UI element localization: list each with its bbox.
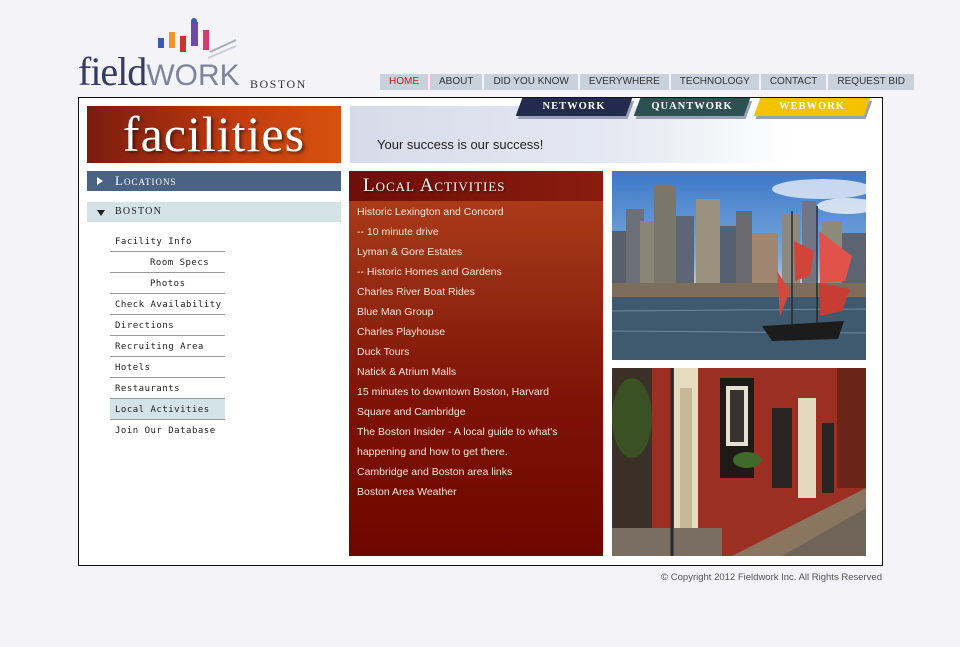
subnav-hotels[interactable]: Hotels [110,357,225,378]
activity-item[interactable]: The Boston Insider - A local guide to wh… [357,422,597,442]
activity-item[interactable]: Blue Man Group [357,302,597,322]
subnav-restaurants[interactable]: Restaurants [110,378,225,399]
subnav-check-availability[interactable]: Check Availability [110,294,225,315]
activity-item[interactable]: Cambridge and Boston area links [357,462,597,482]
main-frame: facilities Your success is our success! … [78,97,883,566]
logo-text-work: WORK [146,59,240,92]
subnav-photos[interactable]: Photos [110,273,225,294]
triangle-down-icon [97,210,105,216]
boston-skyline-photo [612,171,866,360]
nav-contact[interactable]: CONTACT [760,74,827,90]
subnav-facility-info[interactable]: Facility Info [110,231,225,252]
local-activities-title: Local Activities [349,171,603,201]
skyline-illustration [612,179,866,360]
activity-item[interactable]: Duck Tours [357,342,597,362]
locations-label: Locations [115,173,177,188]
triangle-right-icon [97,177,103,185]
activity-item[interactable]: Charles River Boat Rides [357,282,597,302]
subnav-recruiting-area[interactable]: Recruiting Area [110,336,225,357]
facilities-banner: facilities [87,106,341,163]
tab-quantwork[interactable]: QUANTWORK [633,98,751,116]
fieldwork-logo[interactable]: fieldWORK BOSTON [78,18,318,92]
activity-item: -- Historic Homes and Gardens [357,266,502,278]
nav-everywhere[interactable]: EVERYWHERE [579,74,669,90]
activity-item: -- 10 minute drive [357,226,439,238]
tab-network[interactable]: NETWORK [515,98,633,116]
subnav-room-specs[interactable]: Room Specs [110,252,225,273]
subnav-join-our-database[interactable]: Join Our Database [110,420,225,440]
copyright-text: © Copyright 2012 Fieldwork Inc. All Righ… [661,572,882,583]
tab-webwork[interactable]: WEBWORK [753,98,871,116]
logo-city: BOSTON [250,77,307,91]
boston-subnav: Facility Info Room Specs Photos Check Av… [110,231,225,440]
logo-wordmark: fieldWORK [78,52,240,96]
boston-label: BOSTON [115,206,163,217]
activity-item[interactable]: Charles Playhouse [357,322,597,342]
brick-street-photo [612,368,866,556]
activity-item[interactable]: Historic Lexington and Concord [357,202,597,222]
nav-technology[interactable]: TECHNOLOGY [670,74,759,90]
activity-item[interactable]: Natick & Atrium Malls [357,362,597,382]
activity-item[interactable]: Lyman & Gore Estates [357,242,597,262]
nav-home[interactable]: HOME [380,74,428,90]
tab-quantwork-label: QUANTWORK [651,101,733,112]
logo-text-field: field [78,49,147,94]
locations-bar[interactable]: Locations [87,171,341,191]
activity-item: 15 minutes to downtown Boston, Harvard [357,386,550,398]
subnav-local-activities[interactable]: Local Activities [110,399,225,420]
activity-item[interactable]: happening and how to get there. [357,442,597,462]
nav-request-bid[interactable]: REQUEST BID [828,74,915,90]
tab-webwork-label: WEBWORK [779,101,845,112]
street-illustration [612,368,866,556]
activity-item[interactable]: Boston Area Weather [357,482,597,502]
boston-bar[interactable]: BOSTON [87,202,341,222]
nav-about[interactable]: ABOUT [430,74,483,90]
top-nav: HOME ABOUT DID YOU KNOW EVERYWHERE TECHN… [380,74,915,90]
tagline-text: Your success is our success! [377,137,544,152]
tab-network-label: NETWORK [542,101,606,112]
activity-item: Square and Cambridge [357,406,466,418]
activities-list: Historic Lexington and Concord -- 10 min… [357,202,597,502]
subnav-directions[interactable]: Directions [110,315,225,336]
nav-did-you-know[interactable]: DID YOU KNOW [484,74,578,90]
local-activities-panel: Local Activities Historic Lexington and … [349,171,603,556]
